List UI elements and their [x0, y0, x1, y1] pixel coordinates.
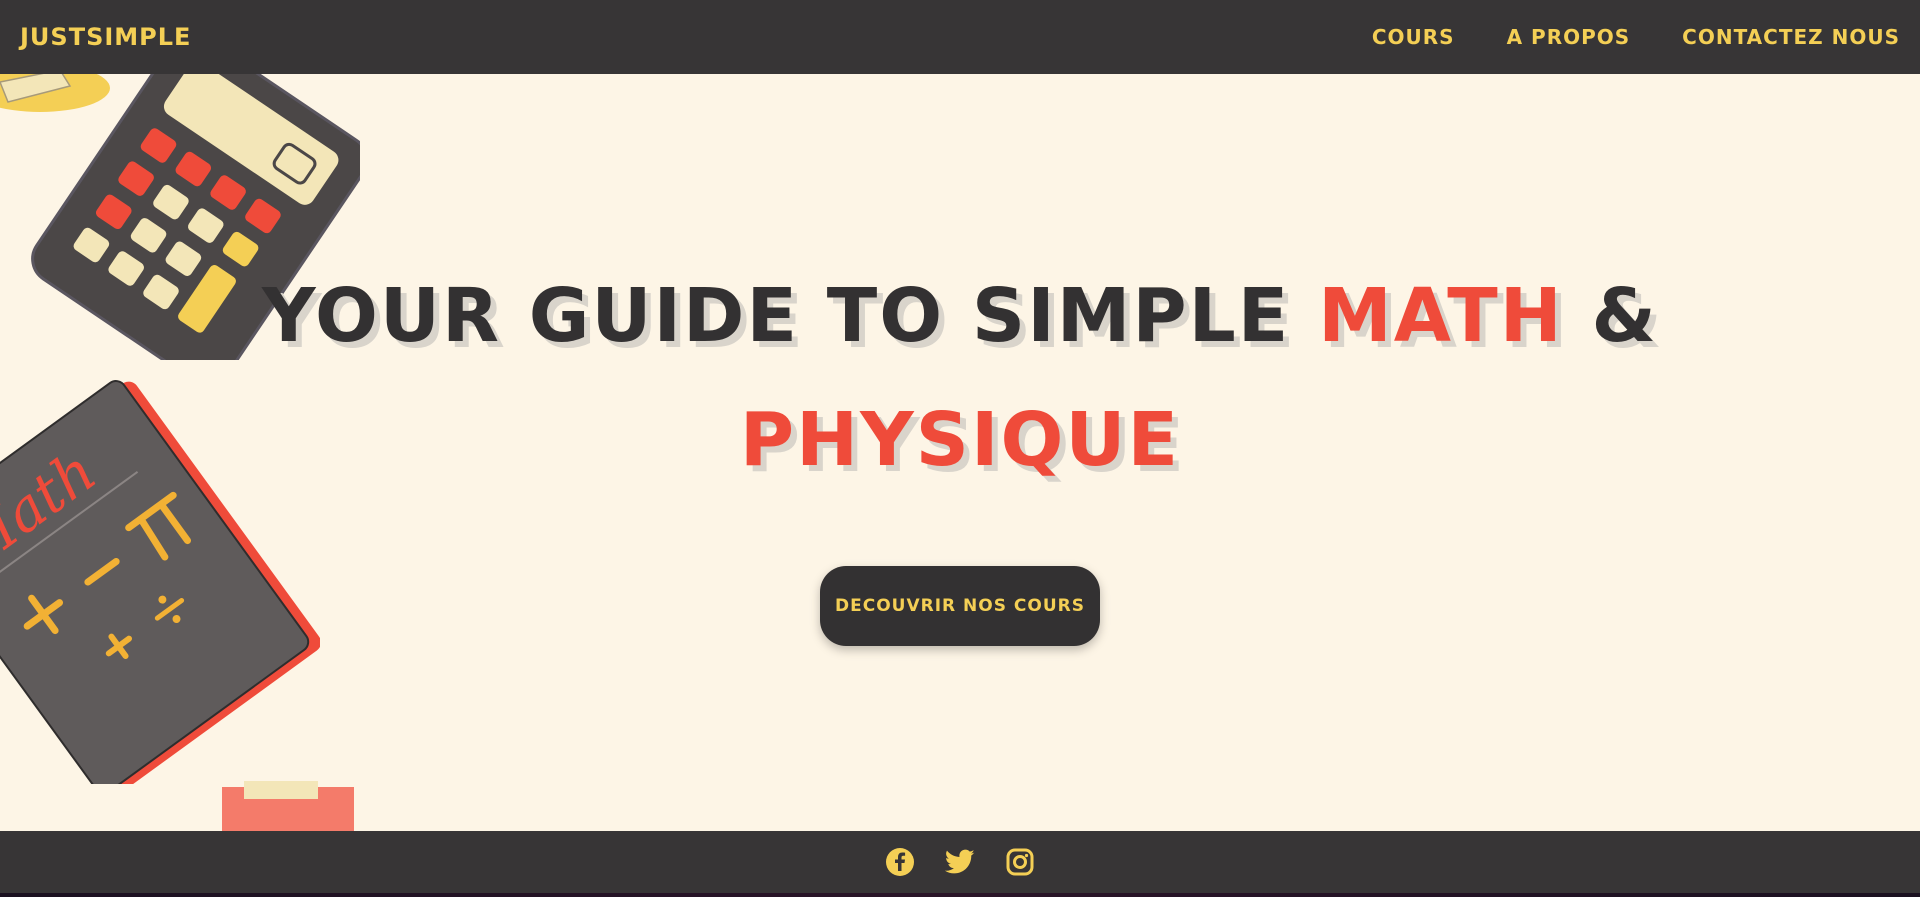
twitter-icon[interactable] [945, 847, 975, 877]
brand-logo[interactable]: JUSTSIMPLE [20, 23, 191, 51]
nav-link-a-propos[interactable]: A PROPOS [1507, 25, 1631, 49]
nav-link-contactez-nous[interactable]: CONTACTEZ NOUS [1682, 25, 1900, 49]
instagram-icon[interactable] [1005, 847, 1035, 877]
sticky-note-illustration [222, 781, 354, 831]
nav-link-cours[interactable]: COURS [1372, 25, 1455, 49]
discover-courses-button[interactable]: DECOUVRIR NOS COURS [820, 566, 1100, 646]
navbar: JUSTSIMPLE COURS A PROPOS CONTACTEZ NOUS [0, 0, 1920, 74]
headline-accent-math: MATH [1318, 273, 1564, 359]
nav-links: COURS A PROPOS CONTACTEZ NOUS [1372, 25, 1900, 49]
headline-line-2: PHYSIQUE [739, 397, 1181, 483]
footer [0, 831, 1920, 893]
hero-section: Math YOUR GUIDE TO SIMPLE MATH & PHYSIQU… [0, 74, 1920, 831]
headline-part-1: YOUR GUIDE TO SIMPLE [262, 273, 1319, 359]
footer-bottom-bar [0, 893, 1920, 897]
facebook-icon[interactable] [885, 847, 915, 877]
hero-headline: YOUR GUIDE TO SIMPLE MATH & PHYSIQUE [0, 254, 1920, 502]
headline-part-2: & [1563, 273, 1658, 359]
